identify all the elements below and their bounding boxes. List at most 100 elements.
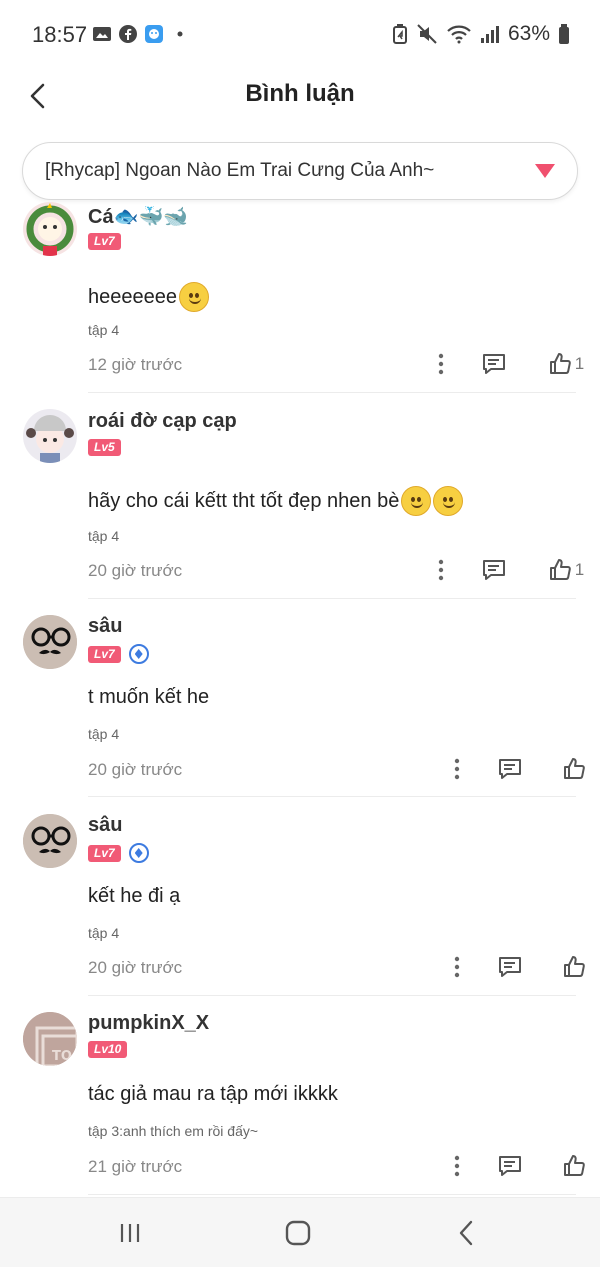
nav-back-button[interactable] — [446, 1216, 486, 1250]
comment-text: kết he đi ạ — [88, 885, 180, 908]
user-badges: Lv7 — [88, 644, 149, 664]
like-button[interactable] — [548, 1154, 600, 1178]
comment-time: 20 giờ trước — [88, 561, 183, 580]
like-button[interactable]: 1 — [532, 352, 600, 376]
facebook-icon — [119, 25, 137, 43]
verified-icon — [128, 644, 149, 664]
anime-girl-avatar-icon — [26, 415, 74, 463]
svg-text:TO: TO — [52, 1049, 72, 1064]
chapter-dropdown[interactable]: [Rhycap] Ngoan Nào Em Trai Cưng Của Anh~ — [22, 142, 578, 200]
comment-username[interactable]: pumpkinX_X — [88, 1012, 209, 1035]
system-nav-bar — [0, 1197, 600, 1267]
status-time: 18:57 — [32, 22, 88, 47]
comment-text-content: t muốn kết he — [88, 686, 210, 708]
page-title: Bình luận — [245, 80, 355, 107]
comment-text-content: heeeeeee — [88, 285, 177, 308]
comment-actions — [442, 952, 600, 982]
comment-divider — [88, 392, 576, 393]
reply-button[interactable] — [456, 558, 532, 582]
home-icon — [285, 1220, 311, 1246]
battery-percent: 63% — [507, 22, 550, 45]
like-count: 1 — [574, 560, 585, 579]
back-nav-icon — [459, 1220, 473, 1246]
more-button[interactable] — [442, 956, 472, 978]
comment-text-content: hãy cho cái kếtt tht tốt đẹp nhen bè — [88, 489, 400, 512]
comment-chapter: tập 4 — [88, 322, 120, 338]
comment-text-content: kết he đi ạ — [88, 885, 181, 907]
status-bar: 18:57 63% — [0, 0, 600, 70]
avatar[interactable] — [23, 814, 77, 868]
comment-actions — [442, 754, 600, 784]
thinking-emoji-icon — [433, 486, 464, 516]
comment-text: tác giả mau ra tập mới ikkkk — [88, 1083, 338, 1106]
like-button[interactable]: 1 — [532, 558, 600, 582]
dot-icon — [177, 31, 183, 37]
reply-button[interactable] — [472, 955, 548, 979]
avatar[interactable]: TO — [23, 1012, 77, 1066]
more-button[interactable] — [426, 559, 456, 581]
reply-button[interactable] — [472, 1154, 548, 1178]
avatar[interactable] — [23, 615, 77, 669]
battery-icon — [559, 24, 569, 44]
wifi-icon — [447, 25, 471, 44]
notification-icons — [92, 24, 190, 44]
header: Bình luận — [0, 70, 600, 130]
comment-text: hãy cho cái kếtt tht tốt đẹp nhen bè — [88, 486, 464, 516]
level-badge: Lv7 — [88, 844, 121, 862]
more-vertical-icon — [438, 353, 444, 375]
comment-divider — [88, 598, 576, 599]
comment-actions: 1 — [426, 555, 600, 585]
smile-emoji-icon — [401, 486, 432, 516]
more-button[interactable] — [442, 758, 472, 780]
battery-saver-icon — [392, 24, 407, 44]
level-badge: Lv7 — [88, 233, 121, 250]
system-status: 63% — [392, 22, 570, 46]
avatar[interactable] — [23, 409, 77, 463]
mute-icon — [417, 24, 437, 44]
verified-icon — [128, 843, 149, 863]
smile-emoji-icon — [178, 282, 209, 312]
user-badges: Lv7 — [88, 233, 121, 250]
reply-icon — [483, 560, 505, 580]
avatar[interactable] — [23, 202, 77, 256]
comment-chapter: tập 4 — [88, 726, 120, 742]
reply-button[interactable] — [472, 757, 548, 781]
reply-button[interactable] — [456, 352, 532, 376]
comment-username[interactable]: sâu — [88, 615, 122, 638]
more-vertical-icon — [454, 956, 460, 978]
brown-square-avatar-icon: TO — [23, 1012, 77, 1066]
like-button[interactable] — [548, 955, 600, 979]
glasses-avatar-icon — [23, 814, 77, 868]
more-button[interactable] — [442, 1155, 472, 1177]
comment-chapter: tập 3:anh thích em rồi đấy~ — [88, 1123, 259, 1139]
comment-time: 20 giờ trước — [88, 760, 183, 779]
comment-chapter: tập 4 — [88, 528, 120, 544]
comment-actions — [442, 1151, 600, 1181]
thumbs-up-icon — [564, 956, 585, 977]
home-button[interactable] — [278, 1216, 318, 1250]
like-count: 1 — [574, 354, 585, 373]
gallery-icon — [93, 27, 111, 41]
more-button[interactable] — [426, 353, 456, 375]
comment-divider — [88, 995, 576, 996]
like-button[interactable] — [548, 757, 600, 781]
comment-username[interactable]: sâu — [88, 814, 122, 837]
user-badges: Lv7 — [88, 843, 149, 863]
recent-apps-button[interactable] — [110, 1216, 150, 1250]
more-vertical-icon — [454, 1155, 460, 1177]
comment-username[interactable]: Cá🐟🐳🐋 — [88, 204, 188, 229]
app-icon — [145, 25, 163, 43]
comment-actions: 1 — [426, 349, 600, 379]
level-badge: Lv10 — [88, 1041, 128, 1058]
comment-text-content: tác giả mau ra tập mới ikkkk — [88, 1083, 338, 1105]
comment-chapter: tập 4 — [88, 925, 120, 941]
comment-divider — [88, 1194, 576, 1195]
more-vertical-icon — [438, 559, 444, 581]
level-badge: Lv5 — [88, 439, 121, 456]
comment-divider — [88, 796, 576, 797]
comment-username[interactable]: roái đờ cạp cạp — [88, 410, 237, 433]
chapter-dropdown-value: [Rhycap] Ngoan Nào Em Trai Cưng Của Anh~ — [45, 160, 435, 181]
thumbs-up-icon — [564, 1155, 585, 1176]
recent-apps-icon — [120, 1224, 140, 1242]
comment-text: heeeeeee — [88, 282, 209, 312]
